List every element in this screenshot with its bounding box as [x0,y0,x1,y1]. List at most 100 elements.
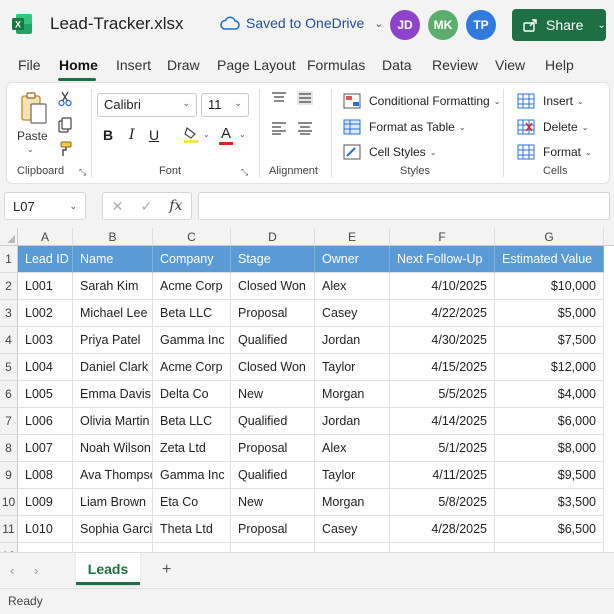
table-cell[interactable]: Olivia Martin [73,408,153,435]
cell-styles-button[interactable]: Cell Styles ⌄ [343,144,436,160]
table-cell[interactable]: Jordan [315,327,390,354]
table-cell[interactable]: 4/30/2025 [390,327,495,354]
column-header-b[interactable]: B [73,228,153,246]
row-header[interactable]: 7 [0,408,18,435]
table-cell[interactable]: 5/8/2025 [390,489,495,516]
table-cell[interactable]: Qualified [231,408,315,435]
table-cell[interactable]: New [231,489,315,516]
format-cells-button[interactable]: Format ⌄ [517,144,592,160]
font-family-select[interactable]: Calibri ⌄ [97,93,197,117]
row-header[interactable]: 12 [0,543,18,552]
formula-input[interactable] [198,192,610,220]
align-middle-icon[interactable] [297,91,313,105]
spreadsheet-grid[interactable]: ABCDEFG123456789101112Lead IDNameCompany… [0,228,614,552]
table-cell[interactable]: L002 [18,300,73,327]
table-cell[interactable]: $6,000 [495,408,604,435]
row-header[interactable]: 6 [0,381,18,408]
column-header-c[interactable]: C [153,228,231,246]
chevron-right-icon[interactable]: › [34,563,38,578]
conditional-formatting-button[interactable]: Conditional Formatting ⌄ [343,93,500,109]
chevron-down-icon[interactable]: ⌄ [239,130,246,139]
align-top-icon[interactable] [271,91,287,105]
sheet-tab-leads[interactable]: Leads [76,553,140,585]
underline-button[interactable]: U [149,127,159,143]
insert-cells-button[interactable]: Insert ⌄ [517,93,584,109]
header-cell[interactable]: Owner [315,246,390,273]
insert-function-icon[interactable]: fx [169,198,182,214]
align-left-icon[interactable] [271,121,287,135]
delete-cells-button[interactable]: Delete ⌄ [517,119,588,135]
chevron-left-icon[interactable]: ‹ [10,563,14,578]
table-cell[interactable]: Eta Co [153,489,231,516]
tab-page-layout[interactable]: Page Layout [217,57,296,73]
header-cell[interactable]: Company [153,246,231,273]
table-cell[interactable]: Jordan [315,408,390,435]
paste-icon[interactable] [19,91,49,125]
table-cell[interactable]: Qualified [231,462,315,489]
table-cell[interactable]: L007 [18,435,73,462]
tab-help[interactable]: Help [545,57,574,73]
row-header[interactable]: 5 [0,354,18,381]
empty-cell[interactable] [495,543,604,552]
table-cell[interactable]: Theta Ltd [153,516,231,543]
table-cell[interactable]: 5/5/2025 [390,381,495,408]
column-header-f[interactable]: F [390,228,495,246]
table-cell[interactable]: Casey [315,516,390,543]
dialog-launcher-icon[interactable]: ⤡ [79,167,86,178]
copy-icon[interactable] [57,117,73,133]
tab-home[interactable]: Home [59,57,98,73]
cancel-icon[interactable]: ✕ [112,198,124,215]
empty-cell[interactable] [231,543,315,552]
table-cell[interactable]: 4/10/2025 [390,273,495,300]
row-header[interactable]: 1 [0,246,18,273]
table-cell[interactable]: L009 [18,489,73,516]
table-cell[interactable]: Alex [315,435,390,462]
row-header[interactable]: 11 [0,516,18,543]
tab-formulas[interactable]: Formulas [307,57,365,73]
table-cell[interactable]: Closed Won [231,354,315,381]
tab-view[interactable]: View [495,57,525,73]
table-cell[interactable]: 4/22/2025 [390,300,495,327]
empty-cell[interactable] [390,543,495,552]
tab-insert[interactable]: Insert [116,57,151,73]
column-header-d[interactable]: D [231,228,315,246]
table-cell[interactable]: $12,000 [495,354,604,381]
format-painter-icon[interactable] [57,141,73,157]
header-cell[interactable]: Name [73,246,153,273]
table-cell[interactable]: Casey [315,300,390,327]
table-cell[interactable]: New [231,381,315,408]
tab-file[interactable]: File [18,57,41,73]
table-cell[interactable]: L001 [18,273,73,300]
enter-icon[interactable]: ✓ [140,198,152,215]
table-cell[interactable]: 4/15/2025 [390,354,495,381]
chevron-down-icon[interactable]: ⌄ [203,130,210,139]
table-cell[interactable]: Closed Won [231,273,315,300]
table-cell[interactable]: Taylor [315,462,390,489]
empty-cell[interactable] [73,543,153,552]
table-cell[interactable]: Proposal [231,435,315,462]
add-sheet-button[interactable]: + [162,561,171,579]
font-size-select[interactable]: 11 ⌄ [201,93,249,117]
row-header[interactable]: 3 [0,300,18,327]
column-header-e[interactable]: E [315,228,390,246]
table-cell[interactable]: Liam Brown [73,489,153,516]
table-cell[interactable]: L008 [18,462,73,489]
avatar-tp[interactable]: TP [466,10,496,40]
table-cell[interactable]: Proposal [231,516,315,543]
table-cell[interactable]: Daniel Clark [73,354,153,381]
file-name[interactable]: Lead-Tracker.xlsx [50,14,184,34]
header-cell[interactable]: Lead ID [18,246,73,273]
table-cell[interactable]: Qualified [231,327,315,354]
table-cell[interactable]: Zeta Ltd [153,435,231,462]
format-as-table-button[interactable]: Format as Table ⌄ [343,119,466,135]
table-cell[interactable]: Emma Davis [73,381,153,408]
table-cell[interactable]: $6,500 [495,516,604,543]
table-cell[interactable]: $8,000 [495,435,604,462]
select-all-button[interactable] [0,228,18,246]
table-cell[interactable]: Gamma Inc [153,327,231,354]
bold-button[interactable]: B [103,127,113,143]
tab-draw[interactable]: Draw [167,57,200,73]
table-cell[interactable]: Morgan [315,381,390,408]
name-box[interactable]: L07 ⌄ [4,192,86,220]
row-header[interactable]: 10 [0,489,18,516]
